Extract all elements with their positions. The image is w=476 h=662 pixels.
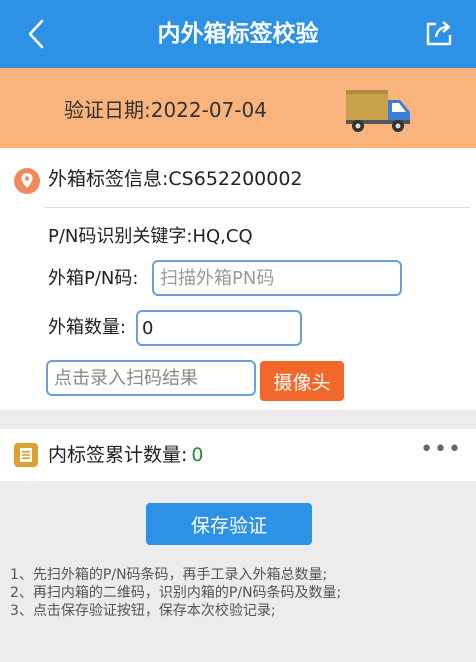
list-icon: [14, 443, 38, 467]
instruction-line: 3、点击保存验证按钮，保存本次校验记录;: [10, 603, 276, 619]
inner-label-card: 内标签累计数量: 0 •••: [0, 429, 476, 481]
outer-box-card: 外箱标签信息:CS652200002 P/N码识别关键字:HQ,CQ 外箱P/N…: [0, 148, 476, 410]
verification-banner: 验证日期:2022-07-04: [0, 68, 476, 148]
inner-label-count-label: 内标签累计数量: 0: [48, 440, 204, 470]
instruction-line: 2、再扫内箱的二维码，识别内箱的P/N码条码及数量;: [10, 585, 342, 601]
verification-date: 验证日期:2022-07-04: [64, 98, 267, 122]
app-header: 内外箱标签校验: [0, 0, 476, 68]
more-dots-icon[interactable]: •••: [420, 437, 462, 462]
page-title: 内外箱标签校验: [157, 21, 319, 47]
outer-pn-input[interactable]: [152, 260, 402, 296]
instructions: 1、先扫外箱的P/N码条码，再手工录入外箱总数量; 2、再扫内箱的二维码，识别内…: [10, 566, 470, 620]
delivery-truck-icon: [346, 90, 410, 132]
outer-pn-label: 外箱P/N码:: [48, 268, 139, 289]
share-icon[interactable]: [424, 18, 454, 48]
outer-qty-input[interactable]: [136, 310, 302, 346]
instruction-line: 1、先扫外箱的P/N码条码，再手工录入外箱总数量;: [10, 567, 328, 583]
scan-result-input[interactable]: [46, 360, 256, 396]
camera-button[interactable]: 摄像头: [260, 361, 344, 401]
inner-label-text: 内标签累计数量:: [48, 444, 188, 466]
outer-qty-label: 外箱数量:: [48, 317, 127, 338]
save-verification-button[interactable]: 保存验证: [146, 503, 312, 545]
divider: [44, 207, 470, 208]
location-pin-icon: [14, 168, 40, 194]
inner-label-count: 0: [191, 444, 204, 466]
outer-box-label-info: 外箱标签信息:CS652200002: [48, 168, 303, 190]
pn-keyword-label: P/N码识别关键字:HQ,CQ: [48, 226, 253, 247]
